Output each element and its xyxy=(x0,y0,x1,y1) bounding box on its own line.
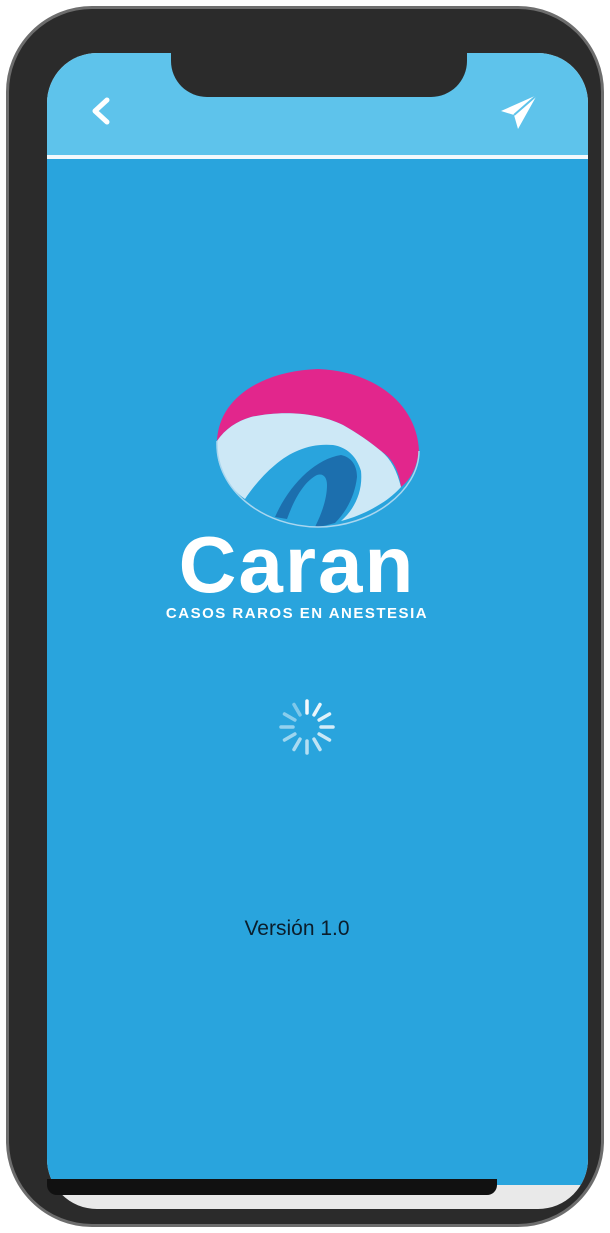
phone-notch xyxy=(171,49,467,97)
back-button[interactable] xyxy=(87,95,117,127)
chevron-left-icon xyxy=(92,97,110,125)
spinner-icon xyxy=(279,699,335,755)
splash-content: Caran CASOS RAROS EN ANESTESIA Versión 1… xyxy=(47,159,588,1185)
caran-logo xyxy=(216,369,420,528)
app-name: Caran xyxy=(178,520,416,609)
paper-plane-icon xyxy=(501,94,538,129)
bottom-bezel-strip xyxy=(47,1179,497,1195)
phone-frame: Caran CASOS RAROS EN ANESTESIA Versión 1… xyxy=(6,6,604,1227)
app-tagline: CASOS RAROS EN ANESTESIA xyxy=(165,605,429,622)
share-button[interactable] xyxy=(497,91,541,133)
app-screen: Caran CASOS RAROS EN ANESTESIA Versión 1… xyxy=(47,53,588,1209)
version-label: Versión 1.0 xyxy=(244,917,350,940)
